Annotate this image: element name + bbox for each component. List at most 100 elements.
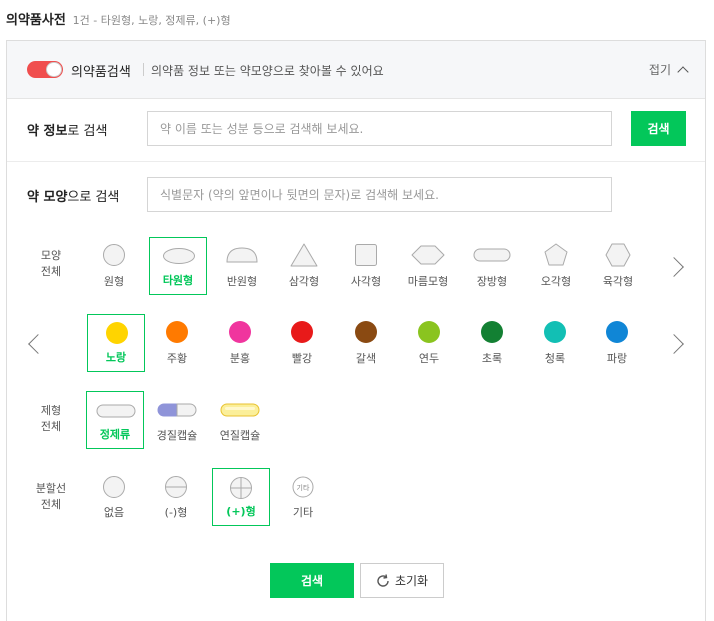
header: 의약품사전 1건 - 타원형, 노랑, 정제류, (+)형 (6, 9, 231, 28)
tablet-icon (96, 404, 136, 418)
scoreline-option-label: 없음 (103, 506, 125, 519)
info-search-label-rest: 로 검색 (67, 124, 108, 139)
color-option-label: 빨강 (291, 352, 313, 365)
panel-name: 의약품검색 (71, 65, 131, 80)
page-title: 의약품사전 (6, 13, 66, 28)
circle-icon (103, 244, 125, 266)
color-option-label: 노랑 (105, 351, 127, 364)
chevron-up-icon (677, 66, 689, 78)
collapse-button[interactable]: 접기 (648, 61, 689, 78)
shape-category-line2: 전체 (40, 265, 62, 278)
shape-option-ellipse[interactable]: 타원형 (149, 237, 207, 295)
info-search-label-bold: 약 정보 (27, 124, 68, 139)
color-option-label: 파랑 (606, 352, 628, 365)
formulation-option-label: 경질캡슐 (156, 429, 198, 442)
shape-option-label: 삼각형 (288, 275, 320, 288)
formulation-option-label: 연질캡슐 (219, 429, 261, 442)
color-swatch (481, 321, 503, 343)
color-swatch (544, 321, 566, 343)
color-option-label: 갈색 (355, 352, 377, 365)
scoreline-category-line1: 분할선 (35, 482, 67, 495)
color-option-label: 초록 (481, 352, 503, 365)
shape-option-semicircle[interactable]: 반원형 (213, 237, 271, 295)
triangle-icon (290, 243, 318, 267)
scoreline-option-plus[interactable]: (+)형 (212, 468, 270, 526)
shape-option-circle[interactable]: 원형 (85, 237, 143, 295)
shape-option-hexagon[interactable]: 육각형 (589, 237, 647, 295)
shape-option-label: 마름모형 (407, 275, 449, 288)
scoreline-option-label: 기타 (292, 506, 314, 519)
color-option-teal[interactable]: 청록 (526, 314, 584, 372)
color-swatch (418, 321, 440, 343)
scoreline-category-all[interactable]: 분할선전체 (31, 481, 71, 513)
formulation-option-tablet[interactable]: 정제류 (86, 391, 144, 449)
color-option-label: 청록 (544, 352, 566, 365)
shape-option-label: 반원형 (226, 275, 258, 288)
panel-toggle[interactable] (27, 61, 63, 78)
color-swatch (229, 321, 251, 343)
color-option-red[interactable]: 빨강 (273, 314, 331, 372)
shape-option-diamond[interactable]: 마름모형 (399, 237, 457, 295)
color-option-lightgreen[interactable]: 연두 (400, 314, 458, 372)
scoreline-option-none[interactable]: 없음 (85, 468, 143, 526)
color-option-label: 분홍 (229, 352, 251, 365)
formulation-category-all[interactable]: 제형전체 (31, 403, 71, 435)
color-swatch (606, 321, 628, 343)
color-swatch (166, 321, 188, 343)
ellipse-icon (163, 248, 195, 264)
color-prev-arrow-icon[interactable] (28, 334, 48, 354)
color-swatch (106, 322, 128, 344)
color-option-orange[interactable]: 주황 (148, 314, 206, 372)
refresh-icon (377, 573, 389, 587)
formulation-option-soft-capsule[interactable]: 연질캡슐 (211, 391, 269, 449)
diamond-icon (411, 245, 445, 265)
other-line-icon: 기타 (292, 476, 314, 498)
scoreline-option-label: (+)형 (226, 505, 256, 518)
color-option-brown[interactable]: 갈색 (337, 314, 395, 372)
formulation-category-line2: 전체 (40, 420, 62, 433)
shape-search-label-bold: 약 모양 (27, 190, 68, 205)
shape-option-label: 타원형 (162, 274, 194, 287)
drug-info-search-input[interactable] (147, 111, 612, 146)
color-option-pink[interactable]: 분홍 (211, 314, 269, 372)
color-swatch (355, 321, 377, 343)
shape-next-arrow-icon[interactable] (664, 257, 684, 277)
hard-capsule-icon (157, 403, 197, 417)
panel-separator (143, 63, 144, 76)
identifier-search-input[interactable] (147, 177, 612, 212)
panel-top-bar: 의약품검색 의약품 정보 또는 약모양으로 찾아볼 수 있어요 접기 (7, 41, 705, 99)
formulation-option-label: 정제류 (99, 428, 131, 441)
rectangle-icon (473, 248, 511, 262)
color-next-arrow-icon[interactable] (664, 334, 684, 354)
shape-category-line1: 모양 (40, 249, 62, 262)
shape-option-triangle[interactable]: 삼각형 (275, 237, 333, 295)
soft-capsule-icon (220, 403, 260, 417)
page-subtitle: 1건 - 타원형, 노랑, 정제류, (+)형 (72, 14, 231, 27)
shape-option-pentagon[interactable]: 오각형 (527, 237, 585, 295)
divider (7, 161, 705, 162)
shape-category-all[interactable]: 모양전체 (31, 248, 71, 280)
shape-option-square[interactable]: 사각형 (337, 237, 395, 295)
plus-line-icon (230, 477, 252, 499)
color-swatch (291, 321, 313, 343)
search-button[interactable]: 검색 (270, 563, 354, 598)
shape-option-label: 원형 (103, 275, 125, 288)
shape-option-label: 사각형 (350, 275, 382, 288)
scoreline-option-other[interactable]: 기타 기타 (274, 468, 332, 526)
scoreline-option-label: (-)형 (164, 506, 188, 519)
reset-button[interactable]: 초기화 (360, 563, 444, 598)
color-option-blue[interactable]: 파랑 (588, 314, 646, 372)
shape-search-label-rest: 으로 검색 (67, 190, 120, 205)
shape-option-rectangle[interactable]: 장방형 (463, 237, 521, 295)
no-line-icon (103, 476, 125, 498)
formulation-category-line1: 제형 (40, 404, 62, 417)
collapse-label: 접기 (648, 63, 671, 77)
scoreline-category-line2: 전체 (40, 498, 62, 511)
color-option-green[interactable]: 초록 (463, 314, 521, 372)
scoreline-option-minus[interactable]: (-)형 (147, 468, 205, 526)
formulation-option-hard-capsule[interactable]: 경질캡슐 (148, 391, 206, 449)
info-search-button[interactable]: 검색 (631, 111, 686, 146)
hexagon-icon (605, 243, 631, 267)
color-option-yellow[interactable]: 노랑 (87, 314, 145, 372)
square-icon (355, 244, 377, 266)
